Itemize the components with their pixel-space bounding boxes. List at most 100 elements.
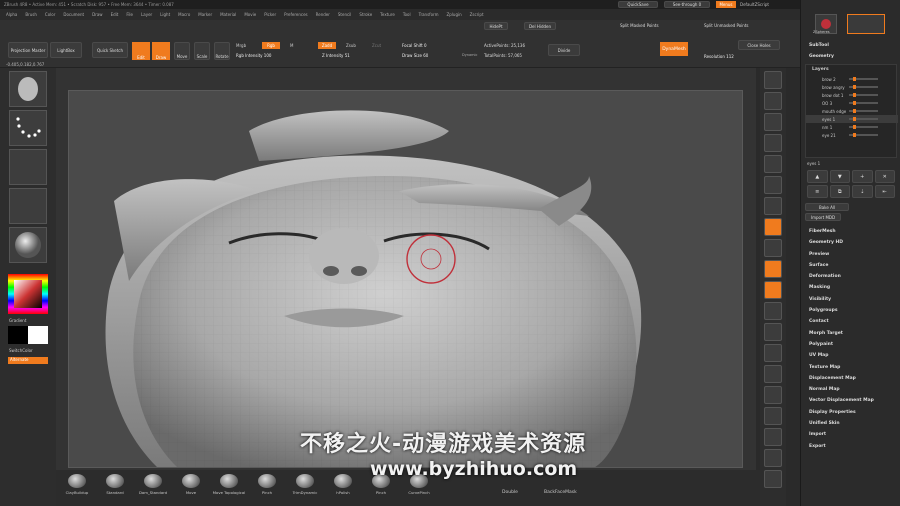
menu-item[interactable]: Color bbox=[45, 12, 55, 17]
layer-add-button[interactable]: + bbox=[852, 170, 873, 183]
projection-master-button[interactable]: Projection Master bbox=[8, 42, 48, 58]
menu-item[interactable]: Brush bbox=[25, 12, 37, 17]
stroke-thumbnail[interactable] bbox=[9, 110, 47, 146]
geometry-section[interactable]: Geometry bbox=[801, 51, 834, 62]
menu-item[interactable]: Zplugin bbox=[447, 12, 462, 17]
shelf-button[interactable] bbox=[764, 281, 782, 299]
shelf-button[interactable] bbox=[764, 407, 782, 425]
menu-item[interactable]: Alpha bbox=[6, 12, 17, 17]
menu-item[interactable]: Document bbox=[63, 12, 84, 17]
layer-row[interactable]: OO 3 bbox=[806, 99, 898, 107]
layer-duplicate-button[interactable]: ⧉ bbox=[829, 185, 850, 198]
layer-intensity-slider[interactable] bbox=[849, 77, 878, 81]
shelf-button[interactable] bbox=[764, 239, 782, 257]
secondary-color-swatch[interactable] bbox=[28, 326, 48, 344]
shelf-button[interactable] bbox=[764, 344, 782, 362]
layer-intensity-slider[interactable] bbox=[849, 101, 878, 105]
menu-item[interactable]: Edit bbox=[111, 12, 119, 17]
layer-row[interactable]: nm 1 bbox=[806, 123, 898, 131]
menu-item[interactable]: Movie bbox=[244, 12, 256, 17]
layer-merge-button[interactable]: ⇣ bbox=[852, 185, 873, 198]
quicksave-button[interactable]: QuickSave bbox=[618, 1, 658, 8]
main-color-swatch[interactable] bbox=[8, 326, 28, 344]
divide-button[interactable]: Divide bbox=[548, 44, 580, 56]
split-masked-button[interactable]: Split Masked Points bbox=[620, 23, 659, 28]
tool-subpalette[interactable]: Deformation bbox=[801, 271, 900, 282]
tool-subpalette[interactable]: Import bbox=[801, 429, 900, 440]
shelf-button[interactable] bbox=[764, 113, 782, 131]
menu-item[interactable]: Stroke bbox=[359, 12, 372, 17]
import-mdd-button[interactable]: Import MDD bbox=[805, 213, 841, 221]
double-toggle[interactable]: Double bbox=[502, 490, 518, 495]
layer-row[interactable]: eye 21 bbox=[806, 131, 898, 139]
focal-shift-slider[interactable]: Focal Shift 0 bbox=[402, 43, 427, 48]
menu-item[interactable]: File bbox=[126, 12, 133, 17]
tool-subpalette[interactable]: Unified Skin bbox=[801, 418, 900, 429]
rgb-toggle[interactable]: Rgb bbox=[262, 42, 280, 49]
alternate-button[interactable]: Alternate bbox=[8, 357, 48, 364]
shelf-button[interactable] bbox=[764, 428, 782, 446]
m-toggle[interactable]: M bbox=[290, 43, 293, 48]
move-mode-button[interactable]: Move bbox=[174, 42, 190, 60]
quick-sketch-button[interactable]: Quick Sketch bbox=[92, 42, 128, 58]
layer-intensity-slider[interactable] bbox=[849, 109, 878, 113]
rgb-intensity-slider[interactable]: Rgb Intensity 100 bbox=[236, 53, 271, 58]
resolution-slider[interactable]: Resolution 112 bbox=[704, 54, 734, 59]
texture-thumbnail[interactable] bbox=[9, 188, 47, 224]
shelf-button[interactable] bbox=[764, 218, 782, 236]
layer-row[interactable]: eyes 1 bbox=[806, 115, 898, 123]
z-intensity-slider[interactable]: Z Intensity 51 bbox=[322, 53, 350, 58]
menu-item[interactable]: Tool bbox=[403, 12, 411, 17]
layer-row[interactable]: mouth edge bbox=[806, 107, 898, 115]
shelf-button[interactable] bbox=[764, 386, 782, 404]
brush-slot[interactable]: ClayBuildup bbox=[60, 474, 94, 495]
tool-subpalette[interactable]: Preview bbox=[801, 249, 900, 260]
layer-split-button[interactable]: ⇤ bbox=[874, 185, 895, 198]
tool-subpalette[interactable]: Morph Target bbox=[801, 328, 900, 339]
brush-slot[interactable]: hPolish bbox=[326, 474, 360, 495]
alpha-thumbnail[interactable] bbox=[9, 149, 47, 185]
tool-subpalette[interactable]: Contact bbox=[801, 316, 900, 327]
shelf-button[interactable] bbox=[764, 365, 782, 383]
hidept-button[interactable]: HidePt bbox=[484, 22, 508, 30]
tool-subpalette[interactable]: FiberMesh bbox=[801, 226, 900, 237]
brush-slot[interactable]: Move bbox=[174, 474, 208, 495]
tool-subpalette[interactable]: Geometry HD bbox=[801, 237, 900, 248]
brush-slot[interactable]: Standard bbox=[98, 474, 132, 495]
layer-intensity-slider[interactable] bbox=[849, 85, 878, 89]
switch-color-button[interactable]: SwitchColor bbox=[9, 348, 33, 353]
zsub-toggle[interactable]: Zsub bbox=[346, 43, 356, 48]
brush-thumbnail[interactable] bbox=[9, 71, 47, 107]
tool-subpalette[interactable]: Vector Displacement Map bbox=[801, 395, 900, 406]
layer-intensity-slider[interactable] bbox=[849, 125, 878, 129]
menu-item[interactable]: Material bbox=[220, 12, 236, 17]
brush-slot[interactable]: Move Topological bbox=[212, 474, 246, 495]
menu-item[interactable]: Light bbox=[160, 12, 170, 17]
zadd-toggle[interactable]: Zadd bbox=[318, 42, 336, 49]
menu-item[interactable]: Picker bbox=[264, 12, 276, 17]
shelf-button[interactable] bbox=[764, 176, 782, 194]
layer-intensity-slider[interactable] bbox=[849, 133, 878, 137]
shelf-button[interactable] bbox=[764, 260, 782, 278]
color-picker[interactable] bbox=[8, 274, 48, 314]
shelf-button[interactable] bbox=[764, 71, 782, 89]
shelf-button[interactable] bbox=[764, 197, 782, 215]
default-script-button[interactable]: DefaultZScript bbox=[740, 2, 769, 7]
scale-mode-button[interactable]: Scale bbox=[194, 42, 210, 60]
shelf-button[interactable] bbox=[764, 323, 782, 341]
split-unmasked-button[interactable]: Split Unmasked Points bbox=[704, 23, 749, 28]
zcut-toggle[interactable]: Zcut bbox=[372, 43, 381, 48]
menu-item[interactable]: Transform bbox=[419, 12, 439, 17]
brush-slot[interactable]: Pinch bbox=[250, 474, 284, 495]
tool-subpalette[interactable]: Displacement Map bbox=[801, 373, 900, 384]
see-through-slider[interactable]: See-through 0 bbox=[664, 1, 710, 8]
draw-size-slider[interactable]: Draw Size 60 bbox=[402, 53, 428, 58]
current-tool-thumbnail[interactable] bbox=[847, 14, 885, 34]
tool-subpalette[interactable]: Normal Map bbox=[801, 384, 900, 395]
tool-subpalette[interactable]: Export bbox=[801, 441, 900, 452]
menu-item[interactable]: Zscript bbox=[470, 12, 484, 17]
material-thumbnail[interactable] bbox=[9, 227, 47, 263]
shelf-button[interactable] bbox=[764, 302, 782, 320]
menus-toggle[interactable]: Menus bbox=[716, 1, 736, 8]
tool-subpalette[interactable]: Display Properties bbox=[801, 407, 900, 418]
